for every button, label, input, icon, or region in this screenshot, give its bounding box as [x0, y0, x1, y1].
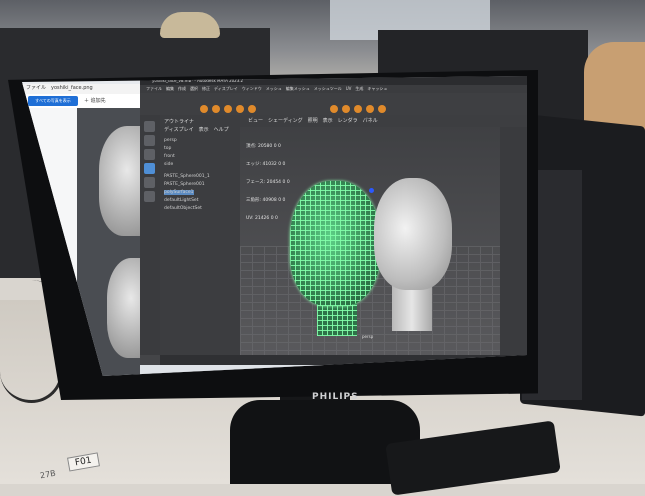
hud-value: 0 — [282, 162, 286, 167]
outliner-item[interactable]: side — [164, 162, 173, 167]
hud-row: 頂点: 20580 0 0 — [246, 144, 290, 150]
monitor-screen: ファイル yoshiki_face.png すべての写真を表示 ＋ 追加先 yo… — [22, 76, 527, 376]
rotate-tool-icon[interactable] — [144, 177, 155, 188]
hud-value: 0 — [286, 180, 290, 185]
move-tool-icon[interactable] — [144, 163, 155, 174]
outliner-menu[interactable]: ディスプレイ 表示 ヘルプ — [164, 126, 229, 133]
select-tool-icon[interactable] — [144, 121, 155, 132]
shelf-tool-icon[interactable] — [342, 105, 350, 113]
paint-tool-icon[interactable] — [144, 149, 155, 160]
hud-value: 0 — [278, 162, 282, 167]
add-to-button[interactable]: ＋ 追加先 — [84, 96, 106, 106]
outliner-panel — [160, 115, 240, 365]
shelf-tool-icon[interactable] — [330, 105, 338, 113]
show-all-photos-button[interactable]: すべての写真を表示 — [28, 96, 78, 106]
hud-value: 20454 — [266, 180, 282, 185]
hud-row: UV: 21426 0 0 — [246, 216, 290, 222]
hud-row: 三角形: 40908 0 0 — [246, 198, 290, 204]
hud-row: エッジ: 41032 0 0 — [246, 162, 290, 168]
outliner-item[interactable]: PASTE_Sphere001 — [164, 182, 205, 187]
shelf-sphere-icon[interactable] — [200, 105, 208, 113]
hud-label: 三角形: — [246, 198, 262, 203]
viewport-menu-bar[interactable]: ビュー シェーディング 照明 表示 レンダラ パネル — [240, 115, 527, 127]
hud-value: 20580 — [257, 144, 273, 149]
hud-label: UV: — [246, 216, 254, 221]
manipulator-handle-icon[interactable] — [369, 188, 374, 193]
viewer-title-bar: ファイル yoshiki_face.png — [22, 84, 146, 94]
hud-label: エッジ: — [246, 162, 262, 167]
outliner-item[interactable]: top — [164, 146, 171, 151]
hud-value: 0 — [278, 198, 282, 203]
outliner-item[interactable]: PASTE_Sphere001_1 — [164, 174, 210, 179]
outliner-item[interactable]: defaultObjectSet — [164, 206, 202, 211]
hud-value: 0 — [282, 180, 286, 185]
hud-value: 0 — [278, 144, 281, 149]
maya-shelf[interactable] — [140, 93, 527, 115]
hud-value: 40908 — [262, 198, 277, 203]
outliner-item-selected[interactable]: polySurface1 — [164, 190, 194, 195]
lasso-tool-icon[interactable] — [144, 135, 155, 146]
hud-label: 頂点: — [246, 144, 257, 149]
shelf-tool-icon[interactable] — [366, 105, 374, 113]
monitor-brand-logo: PHILIPS — [312, 392, 359, 402]
hud-value: 0 — [282, 198, 286, 203]
wireframe-head-mesh[interactable] — [290, 181, 380, 306]
background-person — [160, 12, 220, 38]
poly-count-hud: 頂点: 20580 0 0 エッジ: 41032 0 0 フェース: 20454… — [246, 132, 290, 234]
shelf-plane-icon[interactable] — [248, 105, 256, 113]
channel-box — [500, 127, 527, 355]
hud-value: 0 — [270, 216, 274, 221]
outliner-title: アウトライナ — [164, 119, 194, 125]
reference-head-mesh[interactable] — [374, 178, 452, 290]
maya-menu-bar[interactable]: ファイル 編集 作成 選択 修正 ディスプレイ ウィンドウ メッシュ 編集メッシ… — [140, 85, 527, 93]
hud-label: フェース: — [246, 180, 266, 185]
scale-tool-icon[interactable] — [144, 191, 155, 202]
outliner-item[interactable]: front — [164, 154, 175, 159]
outliner-item[interactable]: defaultLightSet — [164, 198, 198, 203]
camera-label: persp — [362, 334, 374, 339]
maya-toolbox — [140, 115, 160, 355]
hud-value: 0 — [273, 144, 277, 149]
hud-value: 0 — [275, 216, 278, 221]
shelf-tool-icon[interactable] — [354, 105, 362, 113]
hud-row: フェース: 20454 0 0 — [246, 180, 290, 186]
hud-value: 41032 — [262, 162, 277, 167]
hud-value: 21426 — [254, 216, 270, 221]
shelf-cube-icon[interactable] — [212, 105, 220, 113]
shelf-cylinder-icon[interactable] — [224, 105, 232, 113]
shelf-tool-icon[interactable] — [378, 105, 386, 113]
outliner-item[interactable]: persp — [164, 138, 177, 143]
shelf-cone-icon[interactable] — [236, 105, 244, 113]
